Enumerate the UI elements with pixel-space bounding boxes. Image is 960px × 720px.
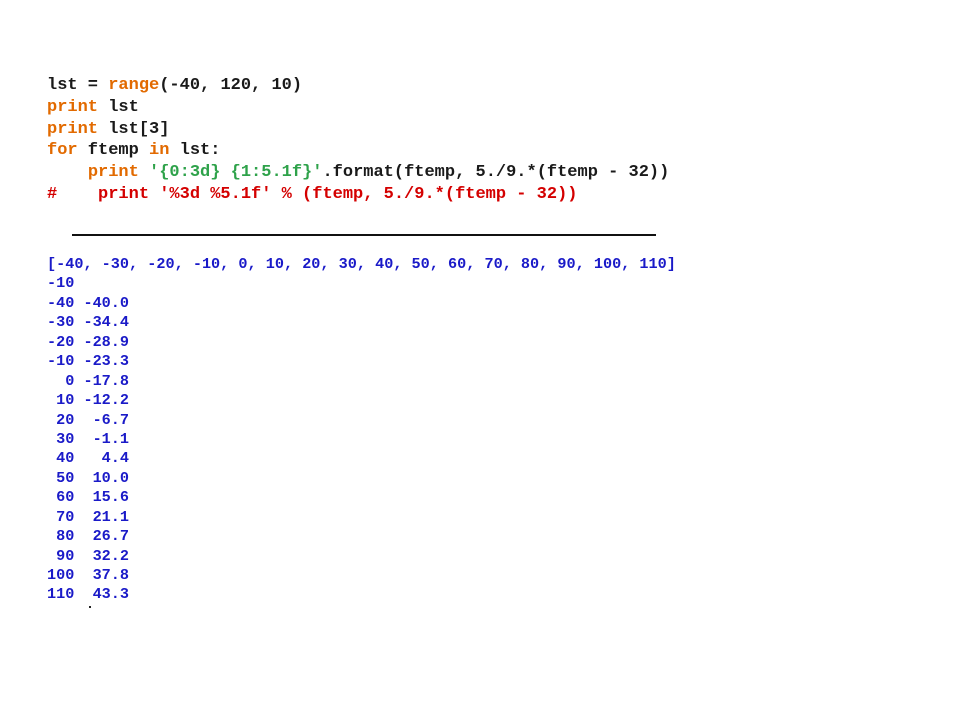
code-token-comment: # print '%3d %5.1f' % (ftemp, 5./9.*(fte… [47,184,578,204]
code-line: # print '%3d %5.1f' % (ftemp, 5./9.*(fte… [47,184,669,206]
code-token-default: lst [98,97,139,117]
output-line: -30 -34.4 [47,313,130,332]
output-line: 30 -1.1 [47,429,130,448]
code-token-default: lst: [169,141,221,161]
code-token-default: ftemp [77,141,150,161]
program-output: [-40, -30, -20, -10, 0, 10, 20, 30, 40, … [47,255,676,605]
code-token-default: lst[3] [98,119,170,139]
code-token-keyword: print [47,97,99,117]
output-line: 10 -12.2 [47,391,130,410]
code-token-keyword: for [47,141,78,161]
code-token-keyword: print [47,119,99,139]
code-token-default: (-40, 120, 10) [159,76,303,95]
output-line: 60 15.6 [47,488,130,507]
output-line: 0 -17.8 [47,371,130,390]
code-line: print '{0:3d} {1:5.1f}'.format(ftemp, 5.… [47,162,670,184]
code-line: for ftemp in lst: [47,140,669,162]
code-token-string: '{0:3d} {1:5.1f}' [149,163,323,183]
code-line: print lst[3] [47,119,669,141]
code-token-default: .format(ftemp, 5./9.*(ftemp - 32)) [322,163,670,183]
code-token-keyword: range [108,76,160,95]
output-line: 80 26.7 [47,527,130,546]
code-token-keyword: in [149,141,170,161]
code-line: lst = range(-40, 120, 10) [47,75,669,97]
output-line: 100 37.8 [47,566,130,584]
code-token-keyword: print [87,163,139,183]
output-line: 50 10.0 [47,468,130,487]
output-line: 40 4.4 [47,449,130,468]
code-token-default: lst = [47,76,109,95]
code-token-default [47,163,88,182]
output-line: -20 -28.9 [47,332,130,351]
output-line: 70 21.1 [47,507,130,526]
source-code: lst = range(-40, 120, 10) print lst print … [47,75,669,206]
code-token-default [139,163,149,182]
output-line: -40 -40.0 [47,293,130,312]
output-line: -10 -23.3 [47,352,130,371]
output-line: 110 43.3 [47,585,130,604]
output-line: [-40, -30, -20, -10, 0, 10, 20, 30, 40, … [47,255,676,273]
stray-dot [89,606,91,608]
output-line: -10 [47,274,75,293]
output-line: 90 32.2 [47,546,130,565]
code-line: print lst [47,97,669,119]
output-line: 20 -6.7 [47,410,130,429]
divider-line [72,234,656,236]
